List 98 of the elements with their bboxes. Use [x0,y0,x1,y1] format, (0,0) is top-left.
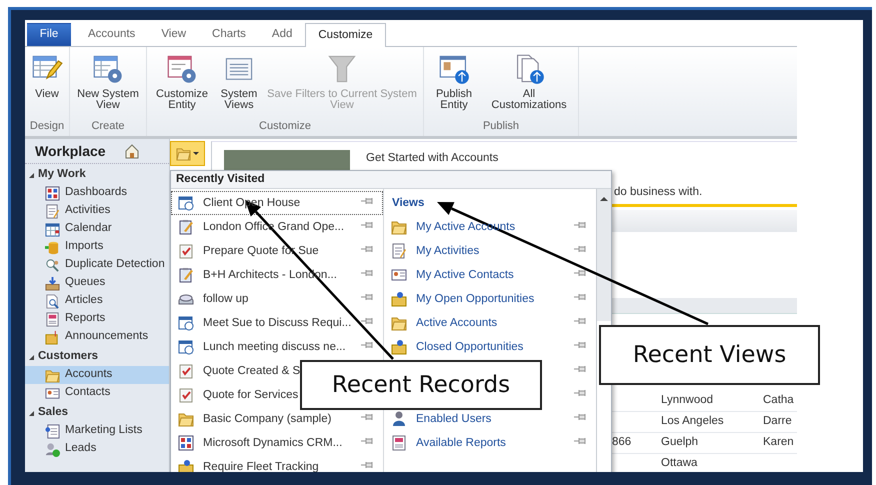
report-icon [391,435,407,452]
ribbon-tab[interactable]: Charts [199,23,259,46]
group-label: Customize [258,119,312,134]
recent-view-item[interactable]: Enabled Users [384,407,596,432]
document-search-icon [45,294,60,308]
recent-view-item[interactable]: Active Accounts [384,311,596,336]
recent-record-item[interactable]: Require Fleet Tracking [171,455,383,472]
table-gear-icon [92,53,124,85]
ribbon-tab[interactable]: File [27,23,71,46]
inbox-icon [45,276,60,290]
recent-view-item[interactable]: My Open Opportunities [384,287,596,312]
ribbon-tab[interactable]: View [148,23,200,46]
contact-card-upload-icon [438,53,470,85]
ribbon-button[interactable]: Publish Entity [427,51,481,118]
clipboard-check-icon [178,363,194,380]
nav-item[interactable]: Dashboards [25,184,169,202]
ribbon-button[interactable]: Customize Entity [150,51,214,118]
table-cell-text: Los Angeles [661,414,725,430]
section-header[interactable]: Sales [38,404,68,422]
table-cell-text: Lynnwood [661,393,714,408]
nav-item[interactable]: Duplicate Detection [25,256,169,274]
nav-item[interactable]: Announcements [25,328,169,346]
caret-icon [193,152,199,155]
nav-item[interactable]: Calendar [25,220,169,238]
nav-item[interactable]: Leads [25,440,169,458]
nav-item[interactable]: Marketing Lists [25,422,169,440]
table-cell-text: Darre [763,414,793,430]
group-label: Design [28,119,66,134]
recent-record-item[interactable]: Basic Company (sample) [171,407,383,432]
recent-record-item[interactable]: Quote Created & S [171,359,299,384]
nav-item[interactable]: Contacts [25,384,169,402]
scroll-up-icon[interactable] [600,197,608,202]
form-gear-icon [166,53,198,85]
recent-view-item[interactable]: My Active Contacts [384,263,596,288]
contact-card-icon [45,386,60,400]
table-cell-text: Guelph [661,435,700,450]
magnifier-icon [45,258,60,272]
table-cell-text: 866 [612,435,632,450]
ribbon-button[interactable]: New System View [73,51,143,118]
notepad-icon [391,243,407,260]
table-cell-text: Catha [763,393,795,408]
funnel-icon [326,53,358,85]
group-label: Create [90,119,126,134]
calendar-icon [45,222,60,236]
calendar-clock-icon [178,195,194,212]
description-text: do business with. [613,185,704,200]
section-header[interactable]: Customers [38,348,98,366]
ribbon-tab[interactable]: Add [258,23,306,46]
nav-item[interactable]: Imports [25,238,169,256]
recent-record-item[interactable]: Quote for Services [171,383,299,408]
user-icon [391,411,407,428]
expand-icon[interactable] [29,410,34,416]
recent-record-item[interactable]: follow up [171,287,383,312]
recent-record-item[interactable]: Meet Sue to Discuss Requi... [171,311,383,336]
callout-label: Recent Records [300,360,542,410]
page-heading: Get Started with Accounts [366,151,498,166]
clipboard-pencil-icon [178,219,194,236]
recent-view-item[interactable]: Closed Opportunities [384,335,596,360]
home-icon[interactable] [124,143,140,159]
grid-icon [178,435,194,452]
nav-title: Workplace [35,142,106,161]
nav-item[interactable]: Accounts [25,366,169,384]
nav-item[interactable]: Activities [25,202,169,220]
group-label: Publish [482,119,520,134]
list-icon [45,424,60,438]
recent-view-item[interactable]: Available Reports [384,431,596,456]
nav-item[interactable]: Reports [25,310,169,328]
expand-icon[interactable] [29,172,34,178]
callout-label: Recent Views [599,325,820,385]
notepad-icon [45,204,60,218]
recent-view-item[interactable]: My Activities [384,239,596,264]
ribbon-button[interactable]: All Customizations [483,51,575,118]
person-icon [45,442,60,456]
section-header[interactable]: My Work [38,166,86,184]
ribbon-button[interactable]: View [28,51,66,118]
nav-item[interactable]: Queues [25,274,169,292]
ribbon-tab[interactable]: Accounts [75,23,148,46]
expand-icon[interactable] [29,354,34,360]
nav-item[interactable]: Articles [25,292,169,310]
calendar-clock-icon [178,339,194,356]
recent-record-item[interactable]: Microsoft Dynamics CRM... [171,431,383,456]
table-cell-text: Karen [763,435,795,450]
table-cell-text: Ottawa [661,456,698,472]
dashboard-grid-icon [45,186,60,200]
database-icon [45,240,60,254]
contact-card-icon [391,267,407,284]
views-heading: Views [391,196,426,211]
clipboard-pencil-icon [178,267,194,284]
scrollbar[interactable] [597,189,611,322]
recent-record-item[interactable]: Lunch meeting discuss ne... [171,335,383,360]
clipboard-check-icon [178,387,194,404]
ribbon-tab[interactable]: Customize [305,23,386,47]
calendar-clock-icon [178,315,194,332]
menu-header: Recently Visited [171,171,611,190]
report-icon [45,312,60,326]
clipboard-check-icon [178,243,194,260]
recent-items-button[interactable] [170,141,205,166]
ribbon-button[interactable]: System Views [216,51,262,118]
